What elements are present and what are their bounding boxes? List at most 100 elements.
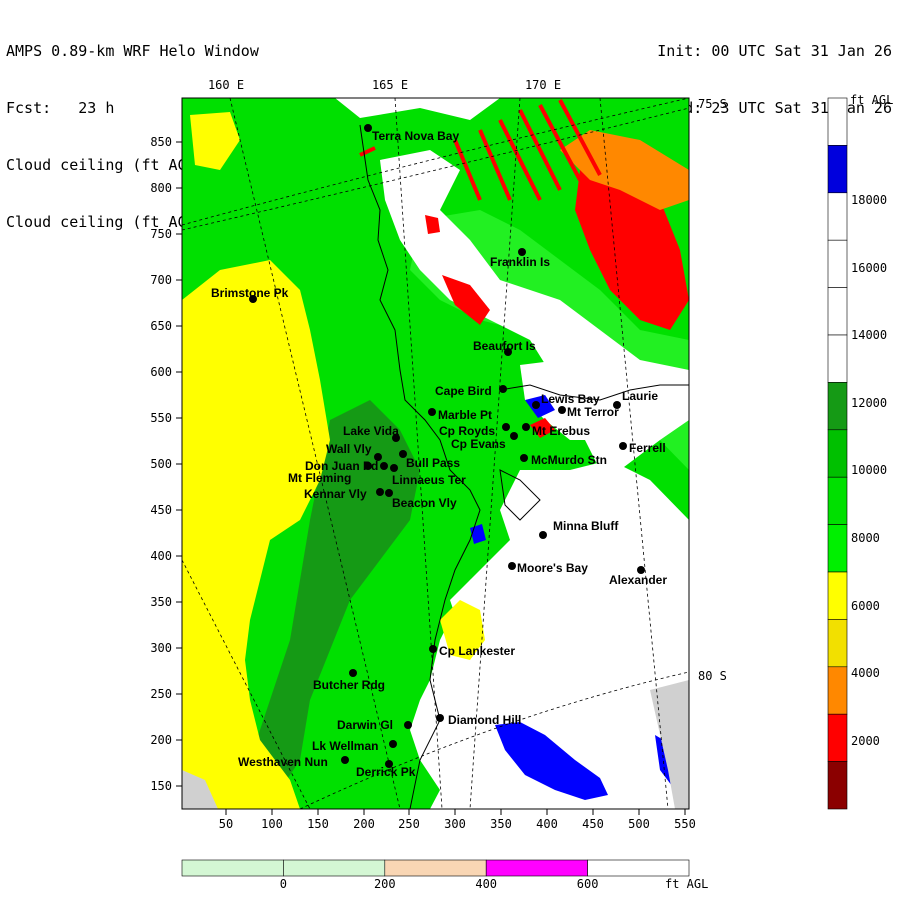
x-tick-label: 150 bbox=[307, 817, 329, 831]
place-label: Wall Vly bbox=[326, 442, 372, 456]
colorbar-segment bbox=[827, 239, 848, 288]
colorbar-label: 14000 bbox=[851, 328, 887, 342]
place-label: Darwin Gl bbox=[337, 718, 393, 732]
place-label: Beaufort Is bbox=[473, 339, 536, 353]
lon-label-165e: 165 E bbox=[372, 78, 408, 92]
place-dot bbox=[502, 423, 510, 431]
place-label: Cape Bird bbox=[435, 384, 492, 398]
x-tick-label: 550 bbox=[674, 817, 696, 831]
y-tick-label: 350 bbox=[150, 595, 172, 609]
colorbar-segment bbox=[827, 429, 848, 478]
colorbar-segment bbox=[827, 524, 848, 573]
colorbar-segment bbox=[827, 619, 848, 668]
place-dot bbox=[522, 423, 530, 431]
y-tick-label: 750 bbox=[150, 227, 172, 241]
terrain-bar-segment bbox=[485, 859, 588, 877]
place-dot bbox=[508, 562, 516, 570]
place-dot bbox=[558, 406, 566, 414]
place-label: Mt Erebus bbox=[532, 424, 590, 438]
colorbar-segment bbox=[827, 713, 848, 762]
y-tick-label: 650 bbox=[150, 319, 172, 333]
place-marble-pt: Marble Pt bbox=[428, 408, 492, 422]
place-dot bbox=[404, 721, 412, 729]
place-mt-erebus: Mt Erebus bbox=[522, 423, 590, 438]
place-dot bbox=[376, 488, 384, 496]
colorbar-label: 12000 bbox=[851, 396, 887, 410]
colorbar-label: 8000 bbox=[851, 531, 880, 545]
place-dot bbox=[428, 408, 436, 416]
place-dot bbox=[510, 432, 518, 440]
colorbar-label: 4000 bbox=[851, 666, 880, 680]
place-moore-s-bay: Moore's Bay bbox=[508, 561, 588, 575]
lat-label-75s: 75 S bbox=[698, 97, 727, 111]
place-cp-lankester: Cp Lankester bbox=[429, 644, 515, 658]
place-label: Bull Pass bbox=[406, 456, 460, 470]
place-label: Ferrell bbox=[629, 441, 666, 455]
place-dot bbox=[349, 669, 357, 677]
terrain-bar-label: 400 bbox=[475, 877, 497, 891]
place-label: Cp Evans bbox=[451, 437, 506, 451]
y-tick-label: 550 bbox=[150, 411, 172, 425]
colorbar-label: 18000 bbox=[851, 193, 887, 207]
place-mcmurdo-stn: McMurdo Stn bbox=[520, 453, 607, 467]
x-tick-label: 450 bbox=[582, 817, 604, 831]
terrain-bar-segment bbox=[384, 859, 487, 877]
colorbar-segment bbox=[827, 145, 848, 194]
y-tick-label: 300 bbox=[150, 641, 172, 655]
place-label: Laurie bbox=[622, 389, 658, 403]
place-label: Beacon Vly bbox=[392, 496, 457, 510]
place-dot bbox=[389, 740, 397, 748]
place-dot bbox=[380, 462, 388, 470]
lon-label-170e: 170 E bbox=[525, 78, 561, 92]
place-label: Brimstone Pk bbox=[211, 286, 289, 300]
place-dot bbox=[429, 645, 437, 653]
colorbar-segment bbox=[827, 192, 848, 241]
y-axis: 850 800 750 700 650 600 550 500 450 400 350 300 250 2… bbox=[150, 135, 182, 793]
colorbar-label: 16000 bbox=[851, 261, 887, 275]
terrain-bar-label: 600 bbox=[577, 877, 599, 891]
place-label: Westhaven Nun bbox=[238, 755, 328, 769]
ceiling-colorbar: 18000 16000 14000 12000 10000 8000 6000 4000 200… bbox=[827, 97, 887, 810]
terrain-bar-unit: ft AGL bbox=[665, 877, 708, 891]
place-label: Terra Nova Bay bbox=[372, 129, 459, 143]
place-dot bbox=[539, 531, 547, 539]
place-label: Marble Pt bbox=[438, 408, 492, 422]
y-tick-label: 850 bbox=[150, 135, 172, 149]
lat-label-80s: 80 S bbox=[698, 669, 727, 683]
place-label: Alexander bbox=[609, 573, 667, 587]
x-tick-label: 300 bbox=[444, 817, 466, 831]
place-dot bbox=[390, 464, 398, 472]
place-label: Lake Vida bbox=[343, 424, 399, 438]
x-tick-label: 400 bbox=[536, 817, 558, 831]
place-label: Minna Bluff bbox=[553, 519, 619, 533]
place-label: Moore's Bay bbox=[517, 561, 588, 575]
y-tick-label: 500 bbox=[150, 457, 172, 471]
place-label: Kennar Vly bbox=[304, 487, 367, 501]
x-axis: 50 100 150 200 250 300 350 400 450 500 550 bbox=[219, 809, 696, 831]
place-label: Franklin Is bbox=[490, 255, 550, 269]
x-tick-label: 350 bbox=[490, 817, 512, 831]
map-figure: 50 100 150 200 250 300 350 400 450 500 550 850 800 7… bbox=[150, 78, 893, 891]
colorbar-segment bbox=[827, 382, 848, 431]
place-dot bbox=[364, 124, 372, 132]
y-tick-label: 200 bbox=[150, 733, 172, 747]
place-label: Linnaeus Ter bbox=[392, 473, 466, 487]
x-tick-label: 250 bbox=[398, 817, 420, 831]
place-dot bbox=[520, 454, 528, 462]
place-label: Lewis Bay bbox=[541, 392, 600, 406]
cloud-ceiling-map bbox=[182, 98, 689, 809]
y-tick-label: 800 bbox=[150, 181, 172, 195]
place-dot bbox=[436, 714, 444, 722]
colorbar-label: 10000 bbox=[851, 463, 887, 477]
place-mt-terror: Mt Terror bbox=[558, 405, 619, 419]
x-tick-label: 200 bbox=[353, 817, 375, 831]
x-tick-label: 100 bbox=[261, 817, 283, 831]
place-label: Cp Lankester bbox=[439, 644, 515, 658]
terrain-bar-segment bbox=[587, 859, 690, 877]
lon-label-160e: 160 E bbox=[208, 78, 244, 92]
place-diamond-hill: Diamond Hill bbox=[436, 713, 521, 727]
colorbar-segment bbox=[827, 571, 848, 620]
colorbar-segment bbox=[827, 334, 848, 383]
x-tick-label: 500 bbox=[628, 817, 650, 831]
colorbar-segment bbox=[827, 666, 848, 715]
